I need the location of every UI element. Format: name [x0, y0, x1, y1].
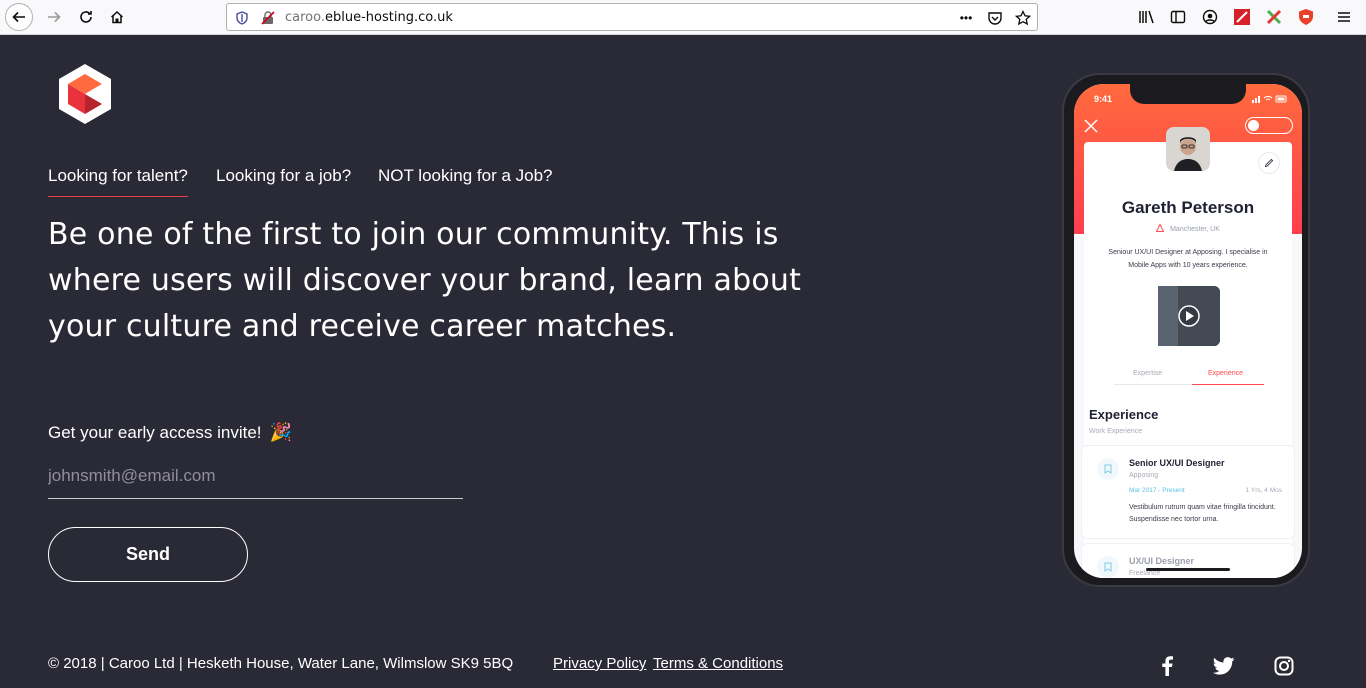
extension-cross-icon[interactable]: [1264, 7, 1284, 27]
job-duration: 1 Yrs, 4 Mos: [1245, 487, 1282, 494]
privacy-policy-link[interactable]: Privacy Policy: [553, 655, 646, 672]
job-company: Freelance: [1129, 570, 1161, 577]
bookmark-icon: [1097, 556, 1119, 578]
home-button[interactable]: [103, 4, 131, 30]
tab-looking-for-job[interactable]: Looking for a job?: [216, 166, 351, 196]
url-bar[interactable]: caroo.eblue-hosting.co.uk •••: [226, 3, 1038, 31]
job-dates: Mar 2017 - Present: [1129, 487, 1185, 494]
edit-icon[interactable]: [1258, 152, 1280, 174]
phone-time: 9:41: [1094, 94, 1113, 104]
tab-expertise[interactable]: Expertise: [1133, 370, 1162, 377]
experience-heading: Experience: [1089, 407, 1159, 422]
page-actions-icon[interactable]: •••: [957, 9, 975, 27]
back-button[interactable]: [5, 3, 33, 31]
forward-button[interactable]: [40, 4, 68, 30]
job-card[interactable]: UX/UI Designer Freelance: [1082, 544, 1294, 578]
location-logo-icon: [1155, 223, 1165, 232]
account-icon[interactable]: [1200, 7, 1220, 27]
tab-looking-for-talent[interactable]: Looking for talent?: [48, 166, 188, 197]
browser-toolbar: caroo.eblue-hosting.co.uk •••: [0, 0, 1366, 35]
availability-toggle[interactable]: [1245, 117, 1293, 134]
caroo-logo[interactable]: [56, 62, 114, 126]
home-icon: [110, 10, 124, 24]
avatar: [1166, 127, 1210, 171]
job-description: Vestibulum rutrum quam vitae fringilla t…: [1129, 504, 1276, 523]
twitter-icon[interactable]: [1213, 655, 1235, 677]
email-input[interactable]: [48, 460, 463, 499]
signal-battery-icon: [1252, 95, 1287, 103]
url-text[interactable]: caroo.eblue-hosting.co.uk: [285, 10, 453, 25]
facebook-icon[interactable]: [1156, 655, 1178, 677]
profile-name: Gareth Peterson: [1121, 198, 1255, 217]
back-arrow-icon: [12, 11, 25, 23]
extension-red-icon[interactable]: [1232, 7, 1252, 27]
invite-prompt: Get your early access invite! 🎉: [48, 422, 292, 443]
reload-icon: [80, 11, 92, 23]
phone-notch: [1130, 84, 1246, 104]
tracking-shield-icon[interactable]: [233, 9, 251, 27]
reload-button[interactable]: [72, 4, 100, 30]
send-button[interactable]: Send: [48, 527, 248, 582]
experience-subheading: Work Experience: [1089, 428, 1143, 435]
profile-video-thumbnail[interactable]: [1158, 286, 1220, 346]
tab-active-indicator: [1192, 384, 1264, 385]
tab-not-looking-for-job[interactable]: NOT looking for a Job?: [378, 166, 553, 196]
close-icon: [1084, 119, 1098, 133]
phone-mockup: 9:41 Gareth Peterson Manchester, UK Seni…: [1062, 73, 1310, 587]
profile-location: Manchester, UK: [1074, 223, 1302, 233]
terms-conditions-link[interactable]: Terms & Conditions: [653, 655, 783, 672]
home-indicator: [1146, 568, 1230, 571]
insecure-lock-icon[interactable]: [259, 9, 277, 27]
profile-bio: Seniour UX/UI Designer at Apposing. I sp…: [1108, 249, 1268, 269]
extension-shield-icon[interactable]: [1296, 7, 1316, 27]
hero-headline: Be one of the first to join our communit…: [48, 217, 802, 344]
footer-copyright: © 2018 | Caroo Ltd | Hesketh House, Wate…: [48, 655, 514, 672]
bookmark-icon: [1097, 458, 1119, 480]
forward-arrow-icon: [48, 11, 61, 23]
pocket-icon[interactable]: [986, 9, 1004, 27]
job-title: Senior UX/UI Designer: [1129, 458, 1225, 468]
menu-icon[interactable]: [1334, 7, 1354, 27]
invite-label: Get your early access invite!: [48, 422, 262, 442]
job-company: Apposing: [1129, 472, 1159, 479]
sidebar-icon[interactable]: [1168, 7, 1188, 27]
tab-experience[interactable]: Experience: [1208, 370, 1243, 377]
phone-screen: 9:41 Gareth Peterson Manchester, UK Seni…: [1074, 84, 1302, 578]
job-card[interactable]: Senior UX/UI Designer Apposing Mar 2017 …: [1082, 446, 1294, 538]
bookmark-star-icon[interactable]: [1014, 9, 1032, 27]
party-popper-icon: 🎉: [269, 422, 292, 443]
profile-location-text: Manchester, UK: [1170, 226, 1220, 233]
job-title: UX/UI Designer: [1129, 556, 1195, 566]
library-icon[interactable]: [1137, 7, 1157, 27]
instagram-icon[interactable]: [1273, 655, 1295, 677]
